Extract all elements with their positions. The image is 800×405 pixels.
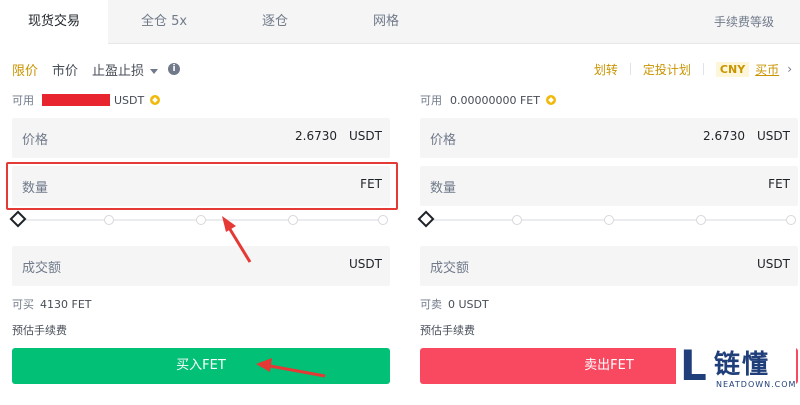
sell-price-field[interactable]: 价格 2.6730 USDT: [420, 118, 798, 158]
sell-panel: 可用 0.00000000 FET 价格 2.6730 USDT 数量 FET 成…: [417, 90, 798, 384]
sell-fee-label: 预估手续费: [420, 324, 475, 337]
sell-max-value: 0 USDT: [448, 298, 489, 311]
buy-available-balance: 可用 USDT: [12, 90, 390, 110]
slider-step-50[interactable]: [196, 215, 206, 225]
sell-price-value-group: 2.6730 USDT: [703, 129, 790, 143]
sell-amount-unit: FET: [768, 177, 790, 191]
sell-available-value: 0.00000000 FET: [450, 93, 540, 107]
info-icon[interactable]: i: [168, 63, 181, 75]
order-type-market[interactable]: 市价: [52, 60, 78, 79]
buy-max-label: 可买: [12, 298, 34, 311]
sell-price-label: 价格: [430, 133, 457, 148]
deposit-coin-icon[interactable]: [150, 95, 161, 105]
sell-max-label: 可卖: [420, 298, 442, 311]
buy-price-field[interactable]: 价格 2.6730 USDT: [12, 118, 390, 158]
slider-step-100[interactable]: [378, 215, 388, 225]
order-type-stop[interactable]: 止盈止损: [92, 60, 159, 79]
divider: [702, 63, 704, 75]
sell-available-label: 可用: [420, 94, 442, 107]
order-type-stop-label: 止盈止损: [92, 63, 145, 79]
sell-price-value[interactable]: 2.6730: [703, 129, 745, 143]
buy-max-value: 4130 FET: [40, 298, 92, 311]
slider-handle[interactable]: [417, 210, 435, 228]
slider-step-50[interactable]: [604, 215, 614, 225]
slider-step-100[interactable]: [786, 215, 796, 225]
buy-button[interactable]: 买入FET: [12, 348, 390, 384]
watermark-en: NEATDOWN.COM: [716, 380, 797, 389]
sell-amount-label: 数量: [430, 181, 457, 196]
slider-handle[interactable]: [9, 210, 27, 228]
divider: [629, 63, 631, 75]
buy-fee-estimate: 预估手续费: [12, 322, 67, 338]
annotation-highlight-box: [6, 162, 398, 210]
sell-total-unit: USDT: [757, 257, 790, 271]
buy-total-unit: USDT: [349, 257, 382, 271]
sell-total-field[interactable]: 成交额 USDT: [420, 246, 798, 286]
slider-step-25[interactable]: [104, 215, 114, 225]
buy-price-label: 价格: [22, 133, 49, 148]
sell-fee-estimate: 预估手续费: [420, 322, 475, 338]
tab-cross-margin[interactable]: 全仓 5x: [108, 0, 220, 44]
buy-total-label: 成交额: [22, 261, 62, 276]
buy-price-unit: USDT: [349, 129, 382, 143]
buy-coin-link[interactable]: 买币: [755, 61, 779, 78]
watermark-letter: L: [680, 341, 707, 390]
fee-level-link[interactable]: 手续费等级: [714, 0, 774, 44]
deposit-coin-icon[interactable]: [545, 95, 556, 105]
tab-grid[interactable]: 网格: [330, 0, 442, 44]
buy-price-value-group: 2.6730 USDT: [295, 129, 382, 143]
buy-available-unit: USDT: [114, 93, 145, 107]
slider-step-75[interactable]: [288, 215, 298, 225]
auto-invest-link[interactable]: 定投计划: [643, 61, 691, 78]
buy-fee-label: 预估手续费: [12, 324, 67, 337]
chevron-down-icon: [150, 68, 159, 74]
trade-mode-tabbar: 现货交易 全仓 5x 逐仓 网格 手续费等级: [0, 0, 800, 45]
sell-total-label: 成交额: [430, 261, 470, 276]
tab-isolated-margin[interactable]: 逐仓: [220, 0, 330, 44]
slider-step-75[interactable]: [696, 215, 706, 225]
currency-badge: CNY: [715, 61, 750, 77]
slider-step-25[interactable]: [512, 215, 522, 225]
buy-amount-slider[interactable]: [9, 210, 390, 228]
order-type-selector: 限价 市价 止盈止损 i: [12, 58, 181, 80]
redacted-balance: [42, 94, 110, 106]
buy-price-value[interactable]: 2.6730: [295, 129, 337, 143]
buy-total-field[interactable]: 成交额 USDT: [12, 246, 390, 286]
transfer-link[interactable]: 划转: [594, 61, 618, 78]
neatdown-watermark-logo: L 链懂 NEATDOWN.COM: [676, 338, 796, 400]
tab-spot[interactable]: 现货交易: [0, 0, 108, 45]
sell-max-amount: 可卖 0 USDT: [420, 296, 489, 312]
chevron-right-icon[interactable]: ›: [787, 62, 792, 76]
sell-price-unit: USDT: [757, 129, 790, 143]
watermark-cn: 链懂: [714, 350, 771, 380]
sell-available-balance: 可用 0.00000000 FET: [420, 90, 798, 110]
sell-amount-slider[interactable]: [417, 210, 798, 228]
buy-available-label: 可用: [12, 94, 34, 107]
utility-links: 划转 定投计划 CNY 买币 ›: [594, 58, 792, 80]
buy-max-amount: 可买 4130 FET: [12, 296, 92, 312]
order-type-limit[interactable]: 限价: [12, 60, 38, 79]
sell-amount-field[interactable]: 数量 FET: [420, 166, 798, 206]
buy-panel: 可用 USDT 价格 2.6730 USDT 数量 FET 成交额 USDT 可买…: [9, 90, 390, 384]
